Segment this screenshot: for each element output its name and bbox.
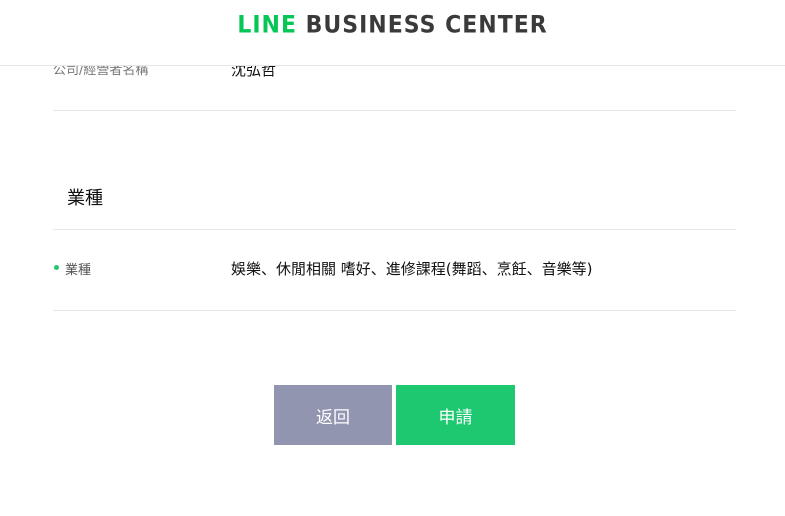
industry-label: 業種 [65,263,92,278]
section-title-industry: 業種 [67,188,103,209]
page: 公司/經營者名稱 沈弘哲 業種 業種 娛樂、休閒相關 嗜好、進修課程(舞蹈、烹飪… [0,0,785,516]
line-business-center-logo[interactable]: LINE BUSINESS CENTER [0,12,785,39]
required-bullet-icon [54,265,59,270]
logo-line-text: LINE [237,11,297,39]
apply-button[interactable]: 申請 [396,385,515,445]
back-button[interactable]: 返回 [274,385,392,445]
form-content: 公司/經營者名稱 沈弘哲 業種 業種 娛樂、休閒相關 嗜好、進修課程(舞蹈、烹飪… [0,0,785,516]
site-header: LINE BUSINESS CENTER [0,0,785,66]
logo-rest-text: BUSINESS CENTER [296,11,548,39]
industry-row: 業種 娛樂、休閒相關 嗜好、進修課程(舞蹈、烹飪、音樂等) [53,230,736,311]
industry-value: 娛樂、休閒相關 嗜好、進修課程(舞蹈、烹飪、音樂等) [231,260,593,278]
